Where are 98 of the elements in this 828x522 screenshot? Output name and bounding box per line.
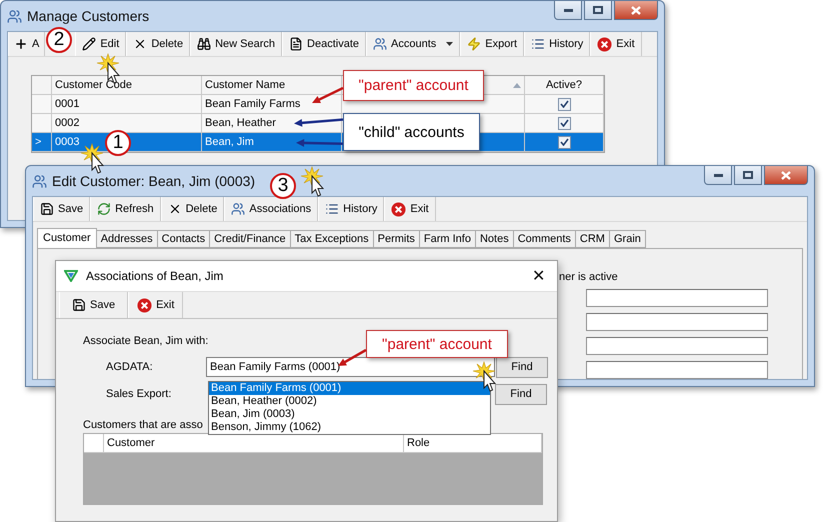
find-button[interactable]: Find [496, 356, 548, 378]
lightning-icon [467, 37, 482, 51]
field-label: ner is active [559, 271, 618, 283]
dropdown-field[interactable]: Bean Family Farms (0001) [206, 357, 495, 377]
toolbar-button[interactable]: Save [59, 292, 128, 318]
find-button[interactable]: Find [495, 384, 547, 404]
input-field[interactable] [586, 313, 768, 331]
minimize-button[interactable] [554, 1, 582, 20]
window-title: Manage Customers [27, 8, 150, 24]
toolbar-button[interactable]: Accounts [366, 32, 460, 56]
tab[interactable]: Tax Exceptions [290, 230, 374, 248]
toolbar-button[interactable]: Exit [590, 32, 642, 56]
caret-icon [446, 42, 454, 46]
input-field[interactable] [586, 289, 768, 307]
close-button[interactable]: ✕ [528, 266, 549, 286]
column-header[interactable]: Customer [104, 434, 404, 453]
toolbar-button[interactable]: Exit [128, 292, 184, 318]
table-cell: 0002 [55, 117, 80, 129]
column-header[interactable]: Role [404, 434, 542, 453]
toolbar-button[interactable]: Delete [126, 32, 190, 56]
corner-cell [84, 434, 104, 453]
tab[interactable]: Grain [608, 230, 646, 248]
toolbar-button[interactable]: Save [33, 197, 90, 221]
save-icon [40, 202, 54, 216]
maximize-button[interactable] [734, 166, 762, 185]
table-cell: Bean Family Farms [205, 98, 300, 110]
close-button[interactable] [614, 1, 658, 20]
list-icon [531, 37, 546, 51]
triangle-logo-icon [64, 270, 78, 282]
exit-icon [391, 202, 406, 216]
table-cell: 0003 [55, 136, 80, 148]
plus-icon [14, 37, 28, 51]
table-row[interactable]: 0001 Bean Family Farms [32, 95, 604, 114]
toolbar-button[interactable]: Refresh [90, 197, 161, 221]
checkbox[interactable] [558, 116, 570, 130]
toolbar-button[interactable]: History [318, 197, 384, 221]
tab[interactable]: CRM [574, 230, 610, 248]
toolbar-button[interactable]: Delete [160, 197, 224, 221]
people-icon [7, 8, 22, 24]
dropdown-option[interactable]: Bean Family Farms (0001) [209, 382, 490, 395]
maximize-icon [593, 6, 603, 14]
window-title: Edit Customer: Bean, Jim (0003) [52, 173, 256, 189]
refresh-icon [97, 202, 112, 216]
cursor-click-icon [300, 167, 326, 197]
tab[interactable]: Permits [372, 230, 420, 248]
tab[interactable]: Addresses [96, 230, 158, 248]
checkbox[interactable] [558, 98, 570, 110]
tab[interactable]: Customer [37, 228, 97, 248]
tab[interactable]: Notes [474, 230, 514, 248]
toolbar-button[interactable]: Deactivate [282, 32, 366, 56]
table-cell: Bean, Jim [205, 136, 254, 148]
field-label: AGDATA: [105, 361, 154, 373]
close-icon [781, 170, 791, 180]
toolbar-button[interactable]: A [8, 32, 46, 56]
tab[interactable]: Contacts [156, 230, 210, 248]
pointer-arrow [338, 348, 367, 366]
instruction-text: Associate Bean, Jim with: [83, 335, 208, 347]
tab[interactable]: Farm Info [418, 230, 476, 248]
close-icon [631, 6, 641, 14]
input-field[interactable] [586, 337, 768, 355]
input-field[interactable] [586, 361, 768, 379]
maximize-icon [743, 171, 753, 179]
minimize-icon [714, 174, 722, 176]
field-label: Sales Export: [105, 388, 172, 400]
checkbox[interactable] [558, 136, 570, 148]
row-marker: > [35, 136, 42, 148]
pointer-arrow [296, 139, 343, 148]
people-icon [373, 37, 388, 51]
people-icon [32, 174, 47, 188]
table-cell: Bean, Heather [205, 117, 276, 129]
callout-tooltip: "parent" account [366, 330, 508, 358]
minimize-icon [564, 8, 572, 12]
maximize-button[interactable] [584, 1, 612, 20]
grid-label: Customers that are asso [83, 419, 203, 431]
toolbar-button[interactable]: History [524, 32, 590, 56]
tab[interactable]: Credit/Finance [209, 230, 291, 248]
exit-icon [137, 298, 152, 312]
tab[interactable]: Comments [512, 230, 576, 248]
callout-tooltip: "child" accounts [343, 113, 480, 151]
close-button[interactable] [764, 166, 808, 185]
pointer-arrow [294, 118, 344, 128]
toolbar-button[interactable]: Edit [75, 32, 126, 56]
save-icon [72, 298, 86, 312]
dialog-title: Associations of Bean, Jim [86, 269, 224, 283]
toolbar-button[interactable]: Export [460, 32, 524, 56]
pencil-icon [82, 37, 96, 51]
list-icon [325, 202, 340, 216]
binoculars-icon [197, 37, 212, 51]
document-icon [289, 37, 304, 51]
toolbar-button[interactable]: Exit [384, 197, 436, 221]
sort-icon [513, 82, 521, 88]
pointer-arrow [312, 86, 344, 103]
toolbar-button[interactable]: New Search [190, 32, 282, 56]
table-cell: 0001 [55, 98, 80, 110]
people-icon [231, 202, 246, 216]
minimize-button[interactable] [704, 166, 732, 185]
callout-tooltip: "parent" account [343, 70, 484, 101]
exit-icon [597, 36, 612, 52]
